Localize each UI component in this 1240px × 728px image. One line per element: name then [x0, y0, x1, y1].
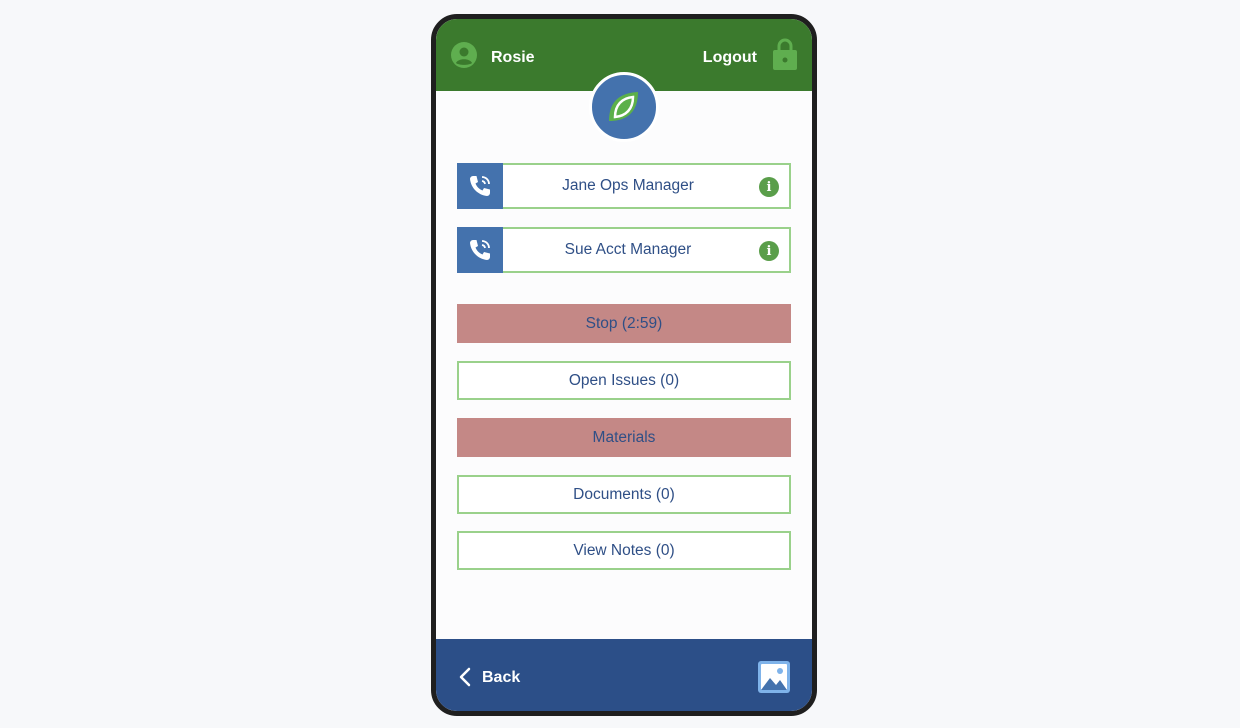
account-circle-icon[interactable]: [450, 41, 478, 69]
info-icon[interactable]: i: [759, 177, 779, 197]
info-icon[interactable]: i: [759, 241, 779, 261]
chevron-left-icon[interactable]: [458, 667, 472, 687]
materials-button[interactable]: Materials: [457, 418, 791, 457]
view-notes-button[interactable]: View Notes (0): [457, 531, 791, 570]
bottom-bar: Back: [436, 639, 812, 711]
contact-name: Jane Ops Manager: [562, 177, 694, 194]
logout-button[interactable]: Logout: [703, 49, 757, 67]
leaf-logo-icon: [589, 72, 659, 142]
documents-button[interactable]: Documents (0): [457, 475, 791, 514]
back-button[interactable]: Back: [482, 669, 520, 687]
phone-frame: Rosie Logout Jane Ops Manager i Sue Acct…: [431, 14, 817, 716]
contact-row-jane[interactable]: Jane Ops Manager i: [457, 163, 791, 209]
contact-name: Sue Acct Manager: [564, 241, 692, 258]
user-name: Rosie: [491, 49, 535, 66]
stop-button[interactable]: Stop (2:59): [457, 304, 791, 343]
open-issues-button[interactable]: Open Issues (0): [457, 361, 791, 400]
phone-call-icon[interactable]: [457, 163, 503, 209]
lock-icon[interactable]: [772, 37, 798, 71]
image-gallery-icon[interactable]: [758, 661, 790, 693]
phone-call-icon[interactable]: [457, 227, 503, 273]
contact-row-sue[interactable]: Sue Acct Manager i: [457, 227, 791, 273]
